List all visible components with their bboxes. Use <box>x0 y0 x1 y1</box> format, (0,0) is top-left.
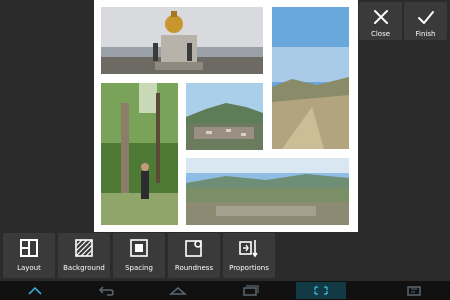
proportions-label: Proportions <box>229 264 269 272</box>
spacing-button[interactable]: Spacing <box>113 233 165 278</box>
layout-icon <box>3 237 55 259</box>
menu-icon <box>407 286 421 296</box>
home-icon <box>28 286 42 295</box>
proportions-button[interactable]: Proportions <box>223 233 275 278</box>
forest-person-photo[interactable] <box>101 83 178 225</box>
close-button-label: Close <box>370 30 391 38</box>
proportions-icon <box>223 237 275 259</box>
background-icon <box>58 237 110 259</box>
home-outline-icon <box>168 287 188 295</box>
nav-screenshot-button[interactable] <box>296 282 346 299</box>
roundness-button[interactable]: Roundness <box>168 233 220 278</box>
finish-button-label: Finish <box>415 30 436 38</box>
finish-button[interactable]: Finish <box>404 2 447 40</box>
checkmark-icon <box>404 6 447 28</box>
close-icon <box>359 6 402 28</box>
collage-canvas[interactable] <box>94 0 358 232</box>
background-label: Background <box>63 264 105 272</box>
nav-menu-button[interactable] <box>404 282 424 299</box>
background-button[interactable]: Background <box>58 233 110 278</box>
screenshot-icon <box>314 286 328 295</box>
nav-recent-apps-button[interactable] <box>240 282 260 299</box>
layout-button[interactable]: Layout <box>3 233 55 278</box>
valley-town-photo[interactable] <box>186 83 263 150</box>
nav-back-button[interactable] <box>96 282 116 299</box>
roundness-label: Roundness <box>174 264 214 272</box>
back-icon <box>98 286 114 296</box>
mountain-plain-photo[interactable] <box>272 7 349 149</box>
wide-landscape-photo[interactable] <box>186 158 349 225</box>
roundness-icon <box>168 237 220 259</box>
monument-photo[interactable] <box>101 7 263 74</box>
recent-apps-icon <box>243 285 259 296</box>
spacing-label: Spacing <box>125 264 153 272</box>
nav-home-outline-button[interactable] <box>168 282 188 299</box>
system-navigation-bar <box>0 281 450 300</box>
close-button[interactable]: Close <box>359 2 402 40</box>
spacing-icon <box>113 237 165 259</box>
layout-label: Layout <box>17 264 41 272</box>
nav-home-button[interactable] <box>26 282 44 299</box>
